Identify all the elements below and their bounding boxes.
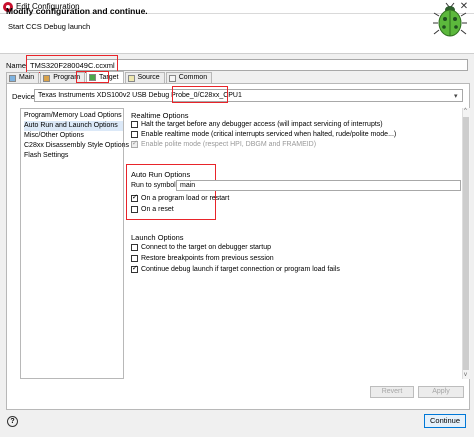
run-on-reset-checkbox[interactable]	[131, 206, 138, 213]
program-icon	[43, 74, 51, 82]
restore-breakpoints-checkbox[interactable]	[131, 255, 138, 262]
continue-button[interactable]: Continue	[424, 414, 466, 428]
continue-on-failure-option[interactable]: Continue debug launch if target connecti…	[131, 264, 340, 274]
name-input[interactable]: TMS320F280049C.ccxml	[26, 59, 468, 71]
continue-on-failure-checkbox[interactable]	[131, 264, 138, 274]
chevron-down-icon[interactable]: ▾	[454, 92, 458, 100]
option-label: Enable polite mode (respect HPI, DBGM an…	[141, 141, 317, 148]
help-icon[interactable]: ?	[7, 416, 18, 427]
option-label: On a reset	[141, 206, 174, 213]
run-to-symbol-label: Run to symbol	[131, 182, 176, 189]
run-on-reset-option[interactable]: On a reset	[131, 206, 174, 213]
nav-item-misc-other[interactable]: Misc/Other Options	[24, 131, 123, 141]
common-icon	[168, 74, 176, 82]
tab-label: Common	[178, 74, 208, 81]
tab-program[interactable]: Program	[40, 72, 86, 83]
dialog-title: Modify configuration and continue.	[6, 6, 148, 16]
tab-label: Target	[99, 73, 119, 81]
tab-common[interactable]: Common	[165, 72, 213, 83]
tab-target[interactable]: Target	[86, 71, 124, 83]
option-label: Halt the target before any debugger acce…	[141, 121, 383, 128]
launch-options-title: Launch Options	[131, 233, 184, 242]
tab-label: Main	[19, 74, 35, 81]
realtime-mode-checkbox[interactable]	[131, 131, 138, 138]
revert-button[interactable]: Revert	[370, 386, 414, 398]
connect-on-startup-option[interactable]: Connect to the target on debugger startu…	[131, 244, 271, 251]
halt-target-checkbox[interactable]	[131, 121, 138, 128]
dialog-subtitle: Start CCS Debug launch	[8, 22, 91, 31]
nav-item-auto-run-launch[interactable]: Auto Run and Launch Options	[24, 120, 123, 131]
tab-source[interactable]: Source	[124, 72, 165, 83]
scrollbar-thumb[interactable]	[463, 117, 469, 370]
option-label: On a program load or restart	[141, 195, 230, 202]
restore-breakpoints-option[interactable]: Restore breakpoints from previous sessio…	[131, 255, 274, 262]
source-icon	[127, 74, 135, 82]
tab-label: Program	[53, 74, 81, 81]
option-label: Connect to the target on debugger startu…	[141, 244, 271, 251]
name-label: Name	[6, 61, 27, 70]
target-icon	[89, 74, 97, 81]
connect-on-startup-checkbox[interactable]	[131, 244, 138, 251]
dialog-header	[0, 14, 474, 54]
tab-main[interactable]: Main	[6, 72, 40, 83]
polite-mode-option: Enable polite mode (respect HPI, DBGM an…	[131, 139, 317, 149]
main-icon	[9, 74, 16, 82]
polite-mode-checkbox	[131, 139, 138, 149]
realtime-options-title: Realtime Options	[131, 111, 189, 120]
option-label: Continue debug launch if target connecti…	[141, 266, 340, 273]
ladybug-debug-icon	[433, 2, 467, 37]
run-on-load-checkbox[interactable]	[131, 193, 138, 203]
apply-button[interactable]: Apply	[418, 386, 464, 398]
tab-label: Source	[137, 74, 160, 81]
run-on-load-option[interactable]: On a program load or restart	[131, 193, 230, 203]
tab-bar: Main Program Target Source Common	[6, 71, 213, 83]
realtime-mode-option[interactable]: Enable realtime mode (critical interrupt…	[131, 131, 396, 138]
nav-item-flash-settings[interactable]: Flash Settings	[24, 151, 123, 161]
run-to-symbol-input[interactable]: main	[176, 180, 461, 191]
nav-item-disassembly-style[interactable]: C28xx Disassembly Style Options	[24, 141, 129, 151]
nav-item-program-memory-load[interactable]: Program/Memory Load Options	[24, 111, 123, 121]
device-label: Device	[12, 92, 35, 101]
halt-target-option[interactable]: Halt the target before any debugger acce…	[131, 121, 383, 128]
device-select[interactable]: Texas Instruments XDS100v2 USB Debug Pro…	[34, 89, 463, 102]
option-label: Restore breakpoints from previous sessio…	[141, 255, 274, 262]
auto-run-options-title: Auto Run Options	[131, 170, 191, 179]
option-label: Enable realtime mode (critical interrupt…	[141, 131, 397, 138]
options-category-list: Program/Memory Load Options Auto Run and…	[20, 108, 129, 379]
